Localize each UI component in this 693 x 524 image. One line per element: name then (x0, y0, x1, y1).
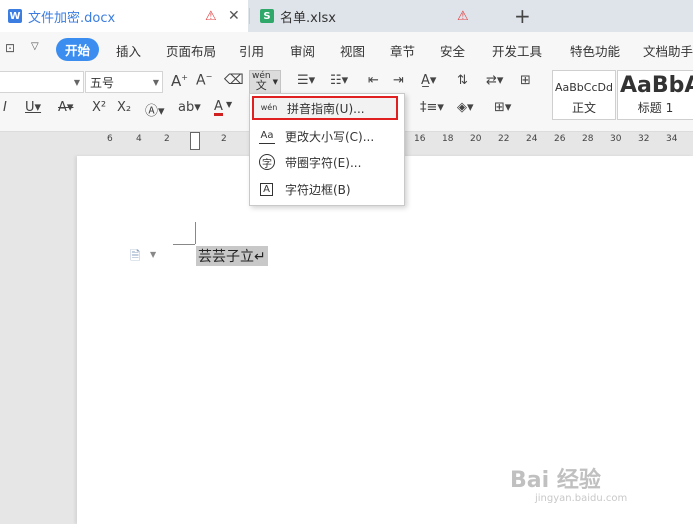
menu-page-layout[interactable]: 页面布局 (166, 41, 216, 60)
warning-icon: ⚠ (457, 8, 469, 24)
menu-item-character-border[interactable]: A 字符边框(B) (250, 177, 404, 201)
tab-document-label: 文件加密.docx (28, 10, 116, 26)
font-size-combo[interactable]: 五号 ▼ (85, 71, 163, 93)
menu-doc-assistant[interactable]: 文档助手 (643, 41, 693, 60)
close-tab-icon[interactable]: ✕ (228, 8, 240, 24)
writer-icon: W (8, 9, 22, 23)
ruler-number: 24 (526, 134, 538, 144)
menu-features[interactable]: 特色功能 (570, 41, 620, 60)
menu-item-label: 更改大小写(C)... (285, 129, 375, 144)
ruler-number: 18 (442, 134, 454, 144)
show-marks-icon[interactable]: ⇄▾ (486, 73, 503, 88)
style-normal-sample: AaBbCcDd (555, 81, 613, 94)
ruler-number: 26 (554, 134, 566, 144)
menu-review[interactable]: 审阅 (290, 41, 315, 60)
spreadsheet-icon: S (260, 9, 274, 23)
ruler-number: 30 (610, 134, 622, 144)
ruler-number: 32 (638, 134, 650, 144)
menu-item-label: 带圈字符(E)... (285, 155, 362, 170)
text-effect-icon[interactable]: Ⓐ▾ (145, 100, 165, 119)
pinyin-icon: wén 文 (252, 71, 271, 92)
ruler-number: 4 (136, 134, 142, 144)
new-tab-button[interactable]: + (514, 4, 531, 28)
enclosed-character-icon: 字 (259, 154, 275, 170)
ruler-number: 22 (498, 134, 510, 144)
font-color-icon[interactable]: A (214, 100, 223, 116)
sort-icon[interactable]: ⇅ (457, 73, 468, 88)
selected-document-text[interactable]: 芸芸子立↵ (196, 246, 268, 266)
tab-spreadsheet-label: 名单.xlsx (280, 10, 336, 26)
menu-insert[interactable]: 插入 (116, 41, 141, 60)
menu-home[interactable]: 开始 (56, 38, 100, 61)
increase-indent-icon[interactable]: ⇥ (393, 73, 404, 88)
ruler-number: 6 (107, 134, 113, 144)
style-heading-1-label: 标题 1 (637, 101, 674, 115)
bullet-list-icon[interactable]: ☰▾ (297, 73, 315, 88)
strikethrough-icon[interactable]: A▾ (58, 100, 73, 115)
ruler-number: 2 (221, 134, 227, 144)
text-direction-icon[interactable]: A̲▾ (421, 73, 436, 88)
shrink-font-icon[interactable]: A− (196, 72, 212, 89)
watermark-logo: Bai 经验 (510, 468, 601, 493)
margin-guide (173, 244, 195, 245)
change-case-icon: Aa (259, 128, 275, 144)
superscript-icon[interactable]: X² (92, 100, 106, 115)
ruler-number: 20 (470, 134, 482, 144)
clear-format-icon[interactable]: ⌫ (224, 72, 244, 88)
style-normal-label: 正文 (571, 101, 596, 115)
tab-spreadsheet[interactable]: S 名单.xlsx ⚠ (252, 0, 500, 32)
tab-document[interactable]: W 文件加密.docx ⚠ ✕ (0, 0, 248, 32)
indent-marker[interactable] (190, 132, 200, 150)
menu-references[interactable]: 引用 (239, 41, 264, 60)
menu-item-enclosed-characters[interactable]: 字 带圈字符(E)... (250, 150, 404, 174)
chevron-down-icon[interactable]: ▼ (150, 250, 156, 259)
menu-item-label: 拼音指南(U)... (287, 101, 365, 116)
chevron-down-icon: ▼ (272, 78, 278, 86)
underline-icon[interactable]: U▾ (25, 100, 41, 115)
quick-access-chevron-icon[interactable]: ▽ (31, 41, 39, 52)
menu-view[interactable]: 视图 (340, 41, 365, 60)
table-layout-icon[interactable]: ⊞ (520, 73, 531, 88)
tab-bar: W 文件加密.docx ⚠ ✕ S 名单.xlsx ⚠ + (0, 0, 693, 32)
style-heading-1-sample: AaBbA (620, 73, 693, 98)
pinyin-guide-button[interactable]: wén 文 ▼ (249, 70, 281, 94)
pinyin-icon: wén (260, 103, 278, 112)
numbered-list-icon[interactable]: ☷▾ (330, 73, 348, 88)
menu-developer[interactable]: 开发工具 (492, 41, 542, 60)
shading-icon[interactable]: ◈▾ (457, 100, 474, 115)
subscript-icon[interactable]: X₂ (117, 100, 131, 115)
app-menu-icon[interactable]: ⊡ (5, 41, 15, 55)
grow-font-icon[interactable]: A+ (171, 72, 188, 90)
menu-security[interactable]: 安全 (440, 41, 465, 60)
menu-item-label: 字符边框(B) (285, 182, 351, 197)
style-normal[interactable]: AaBbCcDd 正文 (552, 70, 616, 120)
chevron-down-icon: ▼ (73, 77, 80, 87)
ruler-number: 34 (666, 134, 678, 144)
font-name-combo[interactable]: ▼ (0, 71, 84, 93)
italic-icon[interactable]: I (3, 100, 7, 115)
menu-chapter[interactable]: 章节 (390, 41, 415, 60)
line-spacing-icon[interactable]: ‡≡▾ (420, 100, 444, 115)
ruler-number: 16 (414, 134, 426, 144)
ruler-number: 2 (164, 134, 170, 144)
font-size-value: 五号 (90, 75, 115, 90)
warning-icon: ⚠ (205, 8, 217, 24)
watermark-url: jingyan.baidu.com (535, 493, 628, 504)
highlight-icon[interactable]: ab▾ (178, 100, 201, 115)
menu-item-change-case[interactable]: Aa 更改大小写(C)... (250, 124, 404, 148)
ruler-number: 28 (582, 134, 594, 144)
borders-icon[interactable]: ⊞▾ (494, 100, 511, 115)
pinyin-dropdown-menu: wén 拼音指南(U)... Aa 更改大小写(C)... 字 带圈字符(E).… (249, 93, 405, 206)
chevron-down-icon: ▼ (152, 77, 159, 87)
style-heading-1[interactable]: AaBbA 标题 1 (617, 70, 693, 120)
chevron-down-icon[interactable]: ▼ (226, 100, 232, 109)
character-border-icon: A (260, 182, 273, 196)
margin-guide (195, 222, 196, 244)
menu-item-pinyin-guide[interactable]: wén 拼音指南(U)... (252, 96, 398, 120)
tab-divider (249, 8, 250, 24)
paragraph-handle-icon[interactable]: 🗎 (130, 247, 140, 269)
decrease-indent-icon[interactable]: ⇤ (368, 73, 379, 88)
menu-bar: ⊡ ▽ 开始 插入 页面布局 引用 审阅 视图 章节 安全 开发工具 特色功能 … (0, 32, 693, 66)
